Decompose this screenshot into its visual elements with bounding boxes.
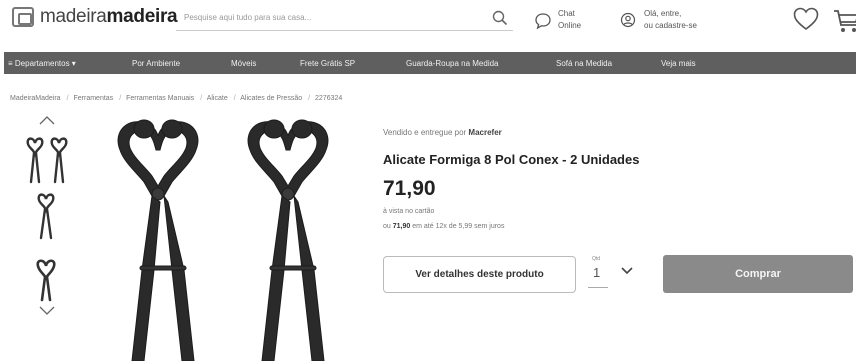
user-icon xyxy=(620,12,636,28)
installments-prefix: ou xyxy=(383,223,391,230)
nav-item-veja-mais[interactable]: Veja mais xyxy=(661,59,696,68)
thumbnail-detail[interactable] xyxy=(20,256,74,308)
search-icon[interactable] xyxy=(491,9,509,27)
thumbnail-single[interactable] xyxy=(20,190,74,242)
quantity-underline xyxy=(588,287,608,288)
nav-item-moveis[interactable]: Móveis xyxy=(231,59,256,68)
account-greeting: Olá, entre, xyxy=(644,9,682,18)
logo-icon xyxy=(12,7,34,27)
account-signup: ou cadastre-se xyxy=(644,21,697,30)
thumbnail-pair[interactable] xyxy=(20,134,74,186)
breadcrumb: MadeiraMadeira / Ferramentas / Ferramentas… xyxy=(10,95,343,102)
product-main-image xyxy=(117,119,329,361)
installments-info: ou 71,90 em até 12x de 5,99 sem juros xyxy=(383,223,504,230)
chevron-down-icon[interactable] xyxy=(620,266,634,276)
account-link[interactable]: Olá, entre, ou cadastre-se xyxy=(620,8,697,32)
logo-text-light: madeira xyxy=(40,6,107,27)
header: madeiramadeira Pesquise aqui tudo para s… xyxy=(0,0,856,46)
chevron-down-icon[interactable] xyxy=(38,305,56,317)
search-placeholder: Pesquise aqui tudo para sua casa... xyxy=(184,13,312,22)
quantity-select[interactable]: 1 xyxy=(593,265,600,280)
nav-item-sofa[interactable]: Sofá na Medida xyxy=(556,59,612,68)
product-details-button[interactable]: Ver detalhes deste produto xyxy=(383,256,576,293)
nav-item-departamentos[interactable]: ≡ Departamentos ▾ xyxy=(8,59,76,68)
quantity-label: Qtd xyxy=(592,256,601,262)
logo-text-bold: madeira xyxy=(106,6,178,27)
breadcrumb-item[interactable]: Alicate xyxy=(207,95,228,102)
breadcrumb-item[interactable]: Ferramentas Manuais xyxy=(126,95,194,102)
seller-info: Vendido e entregue por Macrefer xyxy=(383,128,502,137)
cart-icon[interactable] xyxy=(832,7,856,35)
chat-sublabel: Online xyxy=(558,21,582,30)
breadcrumb-item[interactable]: Ferramentas xyxy=(74,95,114,102)
buy-button[interactable]: Comprar xyxy=(663,255,853,293)
product-price: 71,90 xyxy=(383,177,436,200)
nav-item-frete-gratis[interactable]: Frete Grátis SP xyxy=(300,59,355,68)
chat-label: Chat xyxy=(558,9,575,18)
nav-item-guarda-roupa[interactable]: Guarda-Roupa na Medida xyxy=(406,59,499,68)
installments-suffix: em até 12x de 5,99 sem juros xyxy=(412,223,505,230)
chevron-up-icon[interactable] xyxy=(38,114,56,126)
logo-text: madeiramadeira xyxy=(40,6,178,28)
logo[interactable]: madeiramadeira xyxy=(12,6,178,28)
seller-prefix: Vendido e entregue por xyxy=(383,128,467,137)
heart-icon[interactable] xyxy=(792,6,820,32)
chat-online-link[interactable]: Chat Online xyxy=(534,8,581,32)
product-title: Alicate Formiga 8 Pol Conex - 2 Unidades xyxy=(383,152,640,167)
breadcrumb-item[interactable]: Alicates de Pressão xyxy=(240,95,302,102)
seller-name[interactable]: Macrefer xyxy=(468,128,501,137)
price-note: à vista no cartão xyxy=(383,208,435,215)
breadcrumb-item[interactable]: MadeiraMadeira xyxy=(10,95,61,102)
breadcrumb-item-current: 2276324 xyxy=(315,95,343,102)
category-nav: ≡ Departamentos ▾ Por Ambiente Móveis Fr… xyxy=(4,52,856,74)
installments-value: 71,90 xyxy=(392,223,411,230)
chat-icon xyxy=(535,13,551,30)
nav-item-por-ambiente[interactable]: Por Ambiente xyxy=(132,59,180,68)
search-input[interactable]: Pesquise aqui tudo para sua casa... xyxy=(176,6,513,31)
